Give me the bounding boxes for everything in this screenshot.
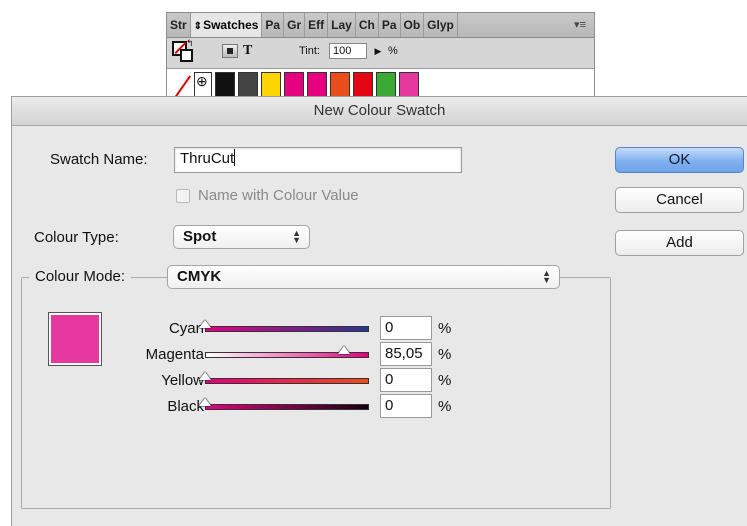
slider-row-black: Black 0% <box>12 394 747 420</box>
cyan-unit: % <box>438 320 452 337</box>
dialog-title: New Colour Swatch <box>12 97 747 126</box>
black-unit: % <box>438 398 452 415</box>
cyan-value-input[interactable]: 0 <box>380 316 432 340</box>
colour-type-select[interactable]: Spot ▲ ▼ <box>173 225 310 249</box>
magenta-label: Magenta <box>145 346 204 363</box>
cyan-slider-track[interactable] <box>205 326 369 332</box>
tab-effects[interactable]: Eff <box>305 13 329 37</box>
tab-object-styles[interactable]: Ob <box>401 13 425 37</box>
tab-paragraph[interactable]: Pa <box>379 13 401 37</box>
stroke-icon <box>180 49 193 62</box>
tint-input[interactable]: 100 <box>329 43 367 59</box>
magenta-slider-thumb[interactable] <box>338 346 351 354</box>
select-arrows-icon: ▲ ▼ <box>292 228 301 245</box>
slider-row-cyan: Cyan 0% <box>12 316 747 342</box>
formatting-container-icon[interactable] <box>222 44 238 58</box>
colour-mode-label: Colour Mode: <box>35 268 126 285</box>
tab-character[interactable]: Ch <box>356 13 379 37</box>
black-value-input[interactable]: 0 <box>380 394 432 418</box>
magenta-value-input[interactable]: 85,05 <box>380 342 432 366</box>
text-caret <box>234 149 236 166</box>
yellow-unit: % <box>438 372 452 389</box>
swap-icon: ↰ <box>186 38 194 48</box>
fill-stroke-icon[interactable]: ↰ <box>172 38 194 62</box>
swatch-controls-row: ↰ T Tint: 100 ▶ % <box>167 38 594 66</box>
tab-swatches[interactable]: ⇕Swatches <box>190 13 263 37</box>
tab-pages[interactable]: Pa <box>262 13 285 37</box>
yellow-slider-thumb[interactable] <box>199 372 211 380</box>
tint-stepper-icon[interactable]: ▶ <box>371 43 385 59</box>
yellow-value-input[interactable]: 0 <box>380 368 432 392</box>
ok-button[interactable]: OK <box>615 147 744 173</box>
black-slider-thumb[interactable] <box>199 398 211 406</box>
panel-tab-bar: Str ⇕Swatches Pa Gr Eff Lay Ch Pa Ob Gly… <box>167 13 594 38</box>
name-with-colour-value-checkbox[interactable] <box>176 189 190 203</box>
swatch-name-label: Swatch Name: <box>50 151 148 168</box>
panel-menu-icon[interactable]: ▾≡ <box>574 18 586 32</box>
black-slider-track[interactable] <box>205 404 369 410</box>
yellow-label: Yellow <box>161 372 204 389</box>
slider-row-yellow: Yellow 0% <box>12 368 747 394</box>
cyan-slider-thumb[interactable] <box>199 320 211 328</box>
tab-gradient[interactable]: Gr <box>284 13 306 37</box>
tint-unit: % <box>388 45 398 57</box>
swatch-name-input[interactable]: ThruCut <box>174 147 462 173</box>
formatting-text-icon[interactable]: T <box>243 43 252 59</box>
colour-type-label: Colour Type: <box>34 229 119 246</box>
registration-icon: ⊕ <box>196 73 208 89</box>
colour-mode-select[interactable]: CMYK ▲ ▼ <box>167 265 560 289</box>
colour-mode-header: Colour Mode: <box>29 264 132 290</box>
add-button[interactable]: Add <box>615 230 744 256</box>
slider-row-magenta: Magenta 85,05% <box>12 342 747 368</box>
swatches-panel: Str ⇕Swatches Pa Gr Eff Lay Ch Pa Ob Gly… <box>166 12 595 104</box>
updown-arrows-icon: ⇕ <box>193 21 203 32</box>
cancel-button[interactable]: Cancel <box>615 187 744 213</box>
tab-stroke[interactable]: Str <box>167 13 191 37</box>
tint-label: Tint: <box>299 45 320 57</box>
tab-glyphs[interactable]: Glyp <box>424 13 458 37</box>
new-colour-swatch-dialog: New Colour Swatch Swatch Name: ThruCut N… <box>11 96 747 526</box>
name-with-colour-value-label: Name with Colour Value <box>198 187 359 204</box>
magenta-unit: % <box>438 346 452 363</box>
yellow-slider-track[interactable] <box>205 378 369 384</box>
tab-layers[interactable]: Lay <box>328 13 356 37</box>
select-arrows-icon: ▲ ▼ <box>542 268 551 285</box>
